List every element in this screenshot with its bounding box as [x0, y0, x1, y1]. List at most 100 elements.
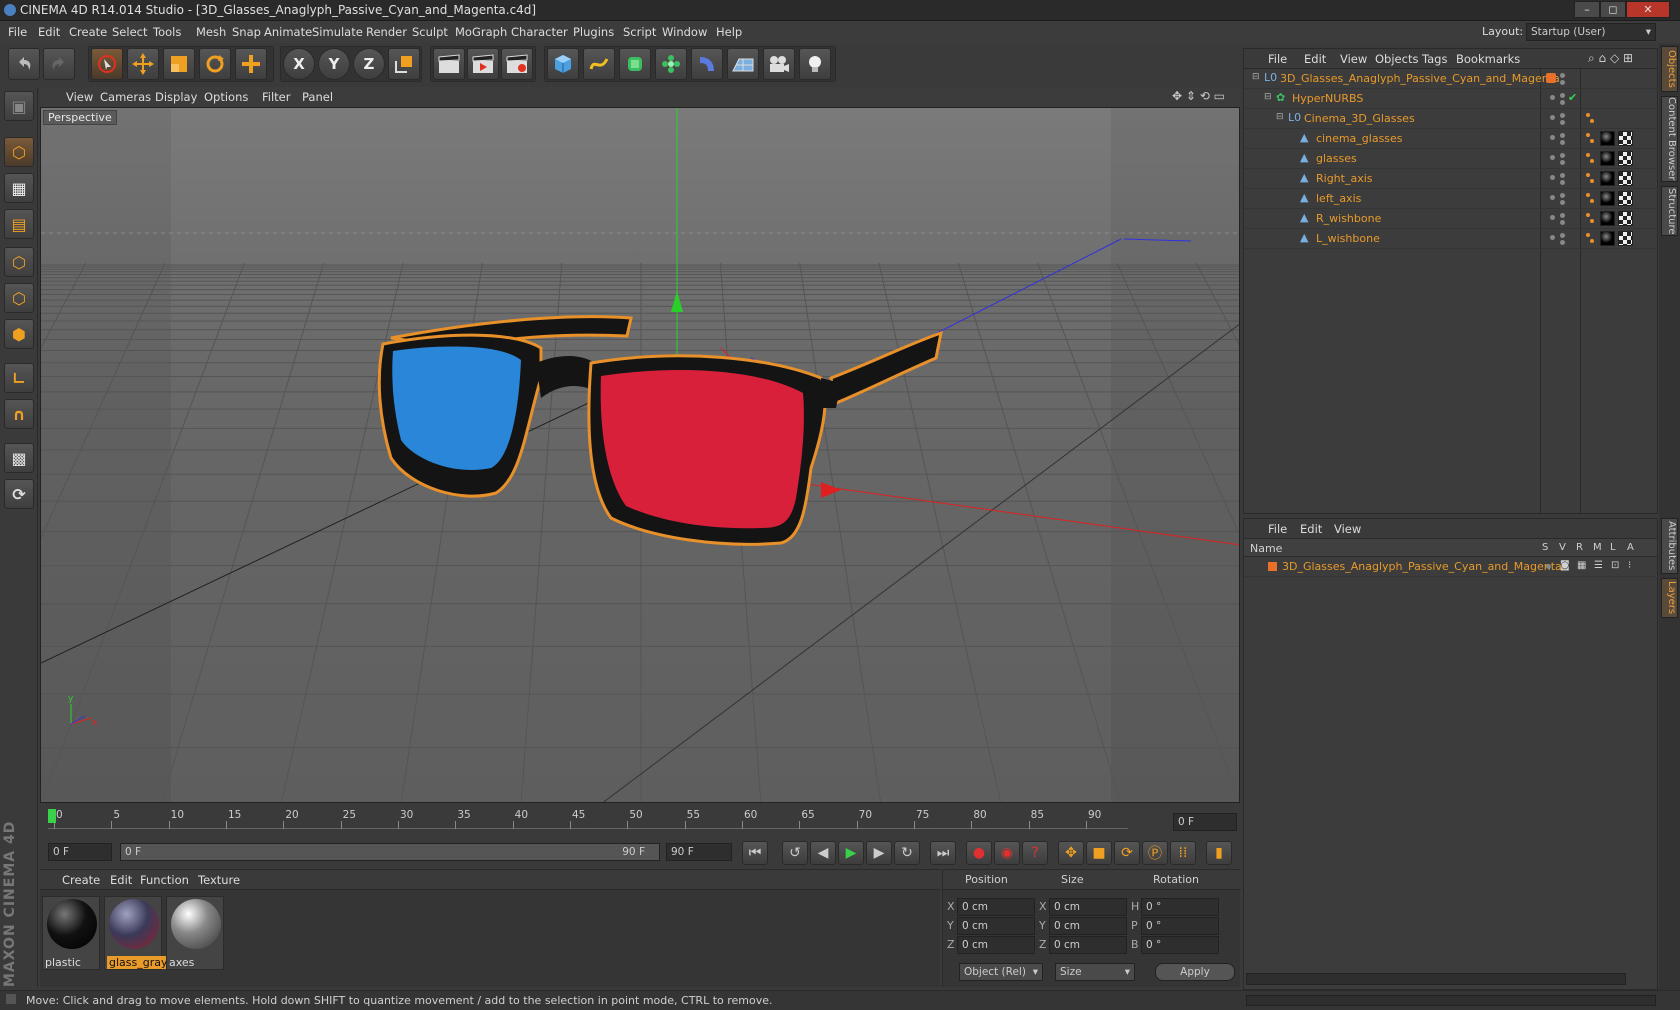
solo-toggle[interactable]: [1546, 564, 1551, 569]
object-menu-tags[interactable]: Tags: [1422, 52, 1447, 66]
keyframe-selection-button[interactable]: ?: [1022, 841, 1048, 865]
rotation-h-field[interactable]: 0 °: [1141, 898, 1219, 916]
render-visibility-dot[interactable]: [1560, 193, 1565, 198]
close-button[interactable]: ✕: [1626, 1, 1670, 18]
menu-render[interactable]: Render: [366, 25, 407, 39]
light-button[interactable]: [799, 48, 831, 80]
workplane-lock-button[interactable]: ▩: [4, 443, 34, 473]
render-visibility-dot[interactable]: [1560, 153, 1565, 158]
material-axes[interactable]: axes: [166, 896, 224, 970]
apply-button[interactable]: Apply: [1155, 963, 1235, 981]
position-y-field[interactable]: 0 cm: [957, 917, 1035, 935]
material-tag-icon[interactable]: [1600, 231, 1615, 246]
key-scale-button[interactable]: ■: [1086, 841, 1112, 865]
object-menu-bookmarks[interactable]: Bookmarks: [1456, 52, 1520, 66]
range-slider[interactable]: 0 F 90 F: [120, 843, 660, 861]
menu-select[interactable]: Select: [112, 25, 147, 39]
tab-content-browser[interactable]: Content Browser: [1661, 96, 1678, 182]
phong-tag-icon[interactable]: [1590, 119, 1594, 123]
material-plastic[interactable]: plastic: [42, 896, 100, 970]
render-visibility-dot[interactable]: [1560, 180, 1565, 185]
layer-menu-view[interactable]: View: [1334, 522, 1361, 536]
workplane-mode-button[interactable]: ▤: [4, 209, 34, 239]
render-visibility-dot[interactable]: [1560, 100, 1565, 105]
phong-tag-icon[interactable]: [1590, 219, 1594, 223]
menu-script[interactable]: Script: [623, 25, 656, 39]
phong-tag-icon[interactable]: [1586, 153, 1590, 157]
menu-mesh[interactable]: Mesh: [196, 25, 226, 39]
size-y-field[interactable]: 0 cm: [1049, 917, 1127, 935]
render-visibility-dot[interactable]: [1560, 233, 1565, 238]
planar-workplane-button[interactable]: ⟳: [4, 479, 34, 509]
next-key-button[interactable]: ↻: [894, 841, 920, 865]
coord-mode-select[interactable]: Object (Rel) ▾: [959, 963, 1043, 981]
render-visibility-dot[interactable]: [1560, 133, 1565, 138]
viewport-menu-options[interactable]: Options: [204, 90, 248, 104]
size-z-field[interactable]: 0 cm: [1049, 936, 1127, 954]
enable-axis-button[interactable]: ∟: [4, 363, 34, 393]
snap-button[interactable]: ∩: [4, 399, 34, 429]
cube-object-button[interactable]: [547, 48, 579, 80]
phong-tag-icon[interactable]: [1586, 173, 1590, 177]
material-menu-edit[interactable]: Edit: [110, 873, 132, 887]
texture-tag-icon[interactable]: [1618, 231, 1633, 246]
editor-visibility-dot[interactable]: [1550, 235, 1555, 240]
maximize-button[interactable]: ◻: [1600, 1, 1626, 18]
undo-button[interactable]: [8, 48, 40, 80]
z-axis-lock-button[interactable]: Z: [353, 48, 385, 80]
move-tool-button[interactable]: [127, 48, 159, 80]
end-frame-field[interactable]: 90 F: [666, 843, 732, 861]
render-visibility-dot[interactable]: [1560, 113, 1565, 118]
menu-create[interactable]: Create: [69, 25, 107, 39]
next-frame-button[interactable]: ▶: [866, 841, 892, 865]
floor-button[interactable]: [727, 48, 759, 80]
menu-simulate[interactable]: Simulate: [312, 25, 363, 39]
layout-select[interactable]: Startup (User) ▾: [1526, 23, 1656, 41]
rotate-tool-button[interactable]: [199, 48, 231, 80]
points-mode-button[interactable]: ⬡: [4, 247, 34, 277]
key-position-button[interactable]: ✥: [1058, 841, 1084, 865]
viewport-menu-display[interactable]: Display: [155, 90, 197, 104]
object-menu-objects[interactable]: Objects: [1375, 52, 1418, 66]
phong-tag-icon[interactable]: [1586, 193, 1590, 197]
material-tag-icon[interactable]: [1600, 191, 1615, 206]
phong-tag-icon[interactable]: [1590, 179, 1594, 183]
size-mode-select[interactable]: Size ▾: [1055, 963, 1135, 981]
redo-button[interactable]: [43, 48, 75, 80]
editor-visibility-dot[interactable]: [1550, 95, 1555, 100]
phong-tag-icon[interactable]: [1586, 113, 1590, 117]
menu-file[interactable]: File: [8, 25, 27, 39]
timeline-ruler[interactable]: 0 5 10 15 20 25 30 35 40 45 50 55 60 65 70 75 80 85 90 0 F: [40, 805, 1240, 835]
object-row[interactable]: ▲ R_wishbone: [1244, 209, 1659, 229]
viewport-nav-icons[interactable]: ✥ ⇕ ⟲ ▭: [1172, 89, 1225, 103]
menu-plugins[interactable]: Plugins: [573, 25, 614, 39]
editor-visibility-dot[interactable]: [1550, 175, 1555, 180]
render-visibility-dot[interactable]: [1560, 93, 1565, 98]
autokey-button[interactable]: ◉: [994, 841, 1020, 865]
object-row[interactable]: ▲ cinema_glasses: [1244, 129, 1659, 149]
render-visibility-dot[interactable]: [1560, 220, 1565, 225]
key-pla-button[interactable]: ⁞⁞: [1170, 841, 1196, 865]
object-menu-view[interactable]: View: [1340, 52, 1367, 66]
minimize-button[interactable]: –: [1574, 1, 1600, 18]
render-visibility-dot[interactable]: [1560, 140, 1565, 145]
layer-menu-edit[interactable]: Edit: [1300, 522, 1322, 536]
material-tag-icon[interactable]: [1600, 131, 1615, 146]
playhead-marker[interactable]: [48, 809, 56, 823]
phong-tag-icon[interactable]: [1586, 213, 1590, 217]
phong-tag-icon[interactable]: [1590, 159, 1594, 163]
size-x-field[interactable]: 0 cm: [1049, 898, 1127, 916]
material-menu-function[interactable]: Function: [140, 873, 189, 887]
render-visibility-dot[interactable]: [1560, 173, 1565, 178]
rotation-p-field[interactable]: 0 °: [1141, 917, 1219, 935]
enabled-check-icon[interactable]: ✔: [1568, 91, 1577, 104]
editor-visibility-dot[interactable]: [1550, 215, 1555, 220]
material-tag-icon[interactable]: [1600, 151, 1615, 166]
editor-visibility-dot[interactable]: [1550, 195, 1555, 200]
manager-toggle-icon[interactable]: ☰: [1594, 560, 1603, 571]
object-menu-file[interactable]: File: [1268, 52, 1287, 66]
coordinate-system-button[interactable]: [388, 48, 420, 80]
layer-row[interactable]: 3D_Glasses_Anaglyph_Passive_Cyan_and_Mag…: [1244, 557, 1659, 577]
camera-button[interactable]: [763, 48, 795, 80]
menu-window[interactable]: Window: [662, 25, 707, 39]
